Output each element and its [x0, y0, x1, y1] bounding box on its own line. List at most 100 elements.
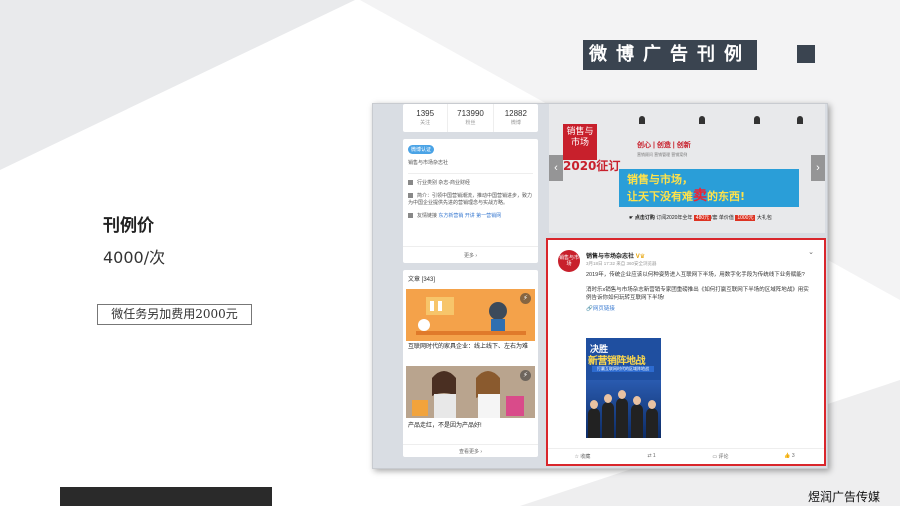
- link-icon: 🔗: [586, 306, 593, 312]
- stat-label: 微博: [510, 120, 521, 126]
- price-value: 4000/次: [103, 248, 166, 267]
- stat-number: 12882: [504, 109, 527, 118]
- stat-number: 1395: [416, 109, 435, 118]
- banner-carousel[interactable]: 销售与市场 2020征订 创心 | 创造 | 创新 营销顾问 营销管理 营销案例…: [549, 104, 825, 233]
- decorative-square: [797, 45, 815, 63]
- comment-button[interactable]: ▭ 评论: [686, 453, 755, 460]
- article-title[interactable]: 产品走红，不是因为产品好!: [408, 422, 534, 430]
- flash-icon: ⚡: [520, 293, 531, 304]
- right-column: 销售与市场 2020征订 创心 | 创造 | 创新 营销顾问 营销管理 营销案例…: [546, 104, 826, 468]
- articles-card: 文章 [343] ⚡ 互联网时代的家具企业：线上线下、左右为难 ⚡ 产品走红，不…: [403, 270, 538, 457]
- briefcase-icon: [408, 180, 413, 186]
- order-text: 订阅2020年全年: [656, 215, 693, 221]
- flash-icon: ⚡: [520, 370, 531, 381]
- stat-fans[interactable]: 713990 粉丝: [448, 104, 494, 132]
- star-icon: ☆: [574, 454, 580, 460]
- banner-order-strip: ☛ 点击订购 订阅2020年全年 480元/套 单价值 1000元 大礼包: [629, 214, 809, 224]
- crown-icon: ♛: [639, 254, 646, 260]
- friend-links[interactable]: 东方新营销 开讲 第一营销网: [438, 213, 501, 219]
- bottom-bar: [60, 487, 272, 506]
- magazine-logo: 销售与市场: [563, 124, 597, 160]
- slogan-part: 销售与市场，: [627, 173, 693, 186]
- repost-button[interactable]: ⇄ 1: [617, 453, 686, 460]
- banner-tagline: 创心 | 创造 | 创新: [637, 142, 691, 149]
- weibo-post-card: 销售与市场 销售与市场杂志社 V♛ 3月18日 17:32 来自 360安全浏览…: [546, 238, 826, 466]
- articles-header: 文章 [343]: [408, 277, 436, 283]
- comment-icon: ▭: [712, 454, 718, 460]
- carousel-next-button[interactable]: ›: [811, 155, 825, 181]
- poster-line: 新营销阵地战: [588, 356, 646, 367]
- gift-price-tag: 1000元: [735, 215, 756, 221]
- weibo-screenshot: 1395 关注 713990 粉丝 12882 微博 微博认证 销售与市场杂志社…: [372, 103, 828, 469]
- price-heading: 刊例价: [103, 216, 154, 236]
- intro-text: 简介：引领中国营销潮流，推动中国营销进步，致力为中国企业提供先进的营销理念与实战…: [408, 193, 533, 206]
- poster-line: 打赢互联网时代的区域阵地战: [592, 366, 654, 372]
- slide-title: 微博广告刊例: [583, 40, 757, 70]
- subscription-year: 2020征订: [563, 159, 621, 173]
- stat-label: 粉丝: [465, 120, 476, 126]
- hand-pointer-icon: ☛: [629, 215, 634, 221]
- profile-info-card: 微博认证 销售与市场杂志社 行业类别 杂志-商业财经 简介：引领中国营销潮流，推…: [403, 139, 538, 263]
- slogan-part: 让天下没有难: [627, 190, 693, 203]
- favorite-label: 收藏: [580, 454, 591, 460]
- post-image[interactable]: 决胜 新营销阵地战 打赢互联网时代的区域阵地战: [586, 338, 661, 438]
- industry-text: 行业类别 杂志-商业财经: [417, 180, 471, 186]
- info-icon: [408, 193, 413, 199]
- industry-line: 行业类别 杂志-商业财经: [408, 180, 533, 187]
- banner-slogan: 销售与市场， 让天下没有难卖的东西!: [619, 169, 799, 207]
- info-more-link[interactable]: 更多 ›: [403, 246, 538, 259]
- stat-number: 713990: [457, 109, 484, 118]
- slogan-highlight: 卖: [693, 188, 707, 204]
- friend-links-line: 友情链接 东方新营销 开讲 第一营销网: [408, 213, 533, 220]
- post-author[interactable]: 销售与市场杂志社 V♛: [586, 251, 645, 260]
- web-link[interactable]: 网页链接: [593, 306, 615, 312]
- slogan-part: 的东西!: [707, 190, 746, 203]
- intro-line: 简介：引领中国营销潮流，推动中国营销进步，致力为中国企业提供先进的营销理念与实战…: [408, 193, 533, 207]
- lamp-icon: [639, 116, 645, 124]
- extra-fee-note: 微任务另加费用2000元: [97, 304, 252, 325]
- chevron-down-icon[interactable]: ⌄: [808, 248, 814, 256]
- left-column: 1395 关注 713990 粉丝 12882 微博 微博认证 销售与市场杂志社…: [403, 104, 538, 468]
- gift-text: 单价值: [718, 215, 734, 221]
- brand-name: 煜润广告传媒: [808, 490, 881, 504]
- price-tag: 480元: [693, 215, 712, 221]
- person-figure: [602, 394, 614, 438]
- shopping-women-icon: [412, 371, 524, 418]
- thumbs-up-icon: 👍: [784, 453, 791, 459]
- lamp-icon: [699, 116, 705, 124]
- order-button[interactable]: 点击订购: [635, 215, 655, 221]
- friend-links-label: 友情链接: [417, 213, 438, 219]
- lamp-icon: [754, 116, 760, 124]
- articles-more-link[interactable]: 查看更多 ›: [403, 444, 538, 455]
- stat-label: 关注: [420, 120, 431, 126]
- person-figure: [631, 396, 643, 438]
- repost-icon: ⇄: [647, 453, 652, 459]
- banner-subtagline: 营销顾问 营销管理 营销案例: [637, 152, 688, 157]
- carousel-prev-button[interactable]: ‹: [549, 155, 563, 181]
- avatar[interactable]: 销售与市场: [558, 250, 580, 272]
- stat-posts[interactable]: 12882 微博: [494, 104, 538, 132]
- lamp-icon: [797, 116, 803, 124]
- like-count: 3: [791, 453, 795, 459]
- article-thumbnail[interactable]: ⚡: [406, 366, 535, 418]
- verify-name: 销售与市场杂志社: [408, 160, 449, 166]
- post-meta: 3月18日 17:32 来自 360安全浏览器: [586, 261, 657, 266]
- person-figure: [616, 390, 628, 438]
- comment-label: 评论: [718, 454, 729, 460]
- post-body: 2019年，传统企业应该以何种姿势进入互联网下半场，用数字化手段为传统线下业务赋…: [586, 271, 814, 320]
- article-title[interactable]: 互联网时代的家具企业：线上线下、左右为难: [408, 343, 534, 351]
- like-button[interactable]: 👍 3: [755, 453, 824, 460]
- author-name: 销售与市场杂志社: [586, 254, 635, 260]
- repost-count: 1: [652, 453, 656, 459]
- stat-following[interactable]: 1395 关注: [403, 104, 449, 132]
- post-paragraph: 消时乐x销售与市场杂志新营销专家团重磅推出《如何打赢互联网下半场的区域阵地战》用…: [586, 287, 809, 301]
- stats-card: 1395 关注 713990 粉丝 12882 微博: [403, 104, 538, 132]
- article-thumbnail[interactable]: ⚡: [406, 289, 535, 341]
- post-actions: ☆ 收藏 ⇄ 1 ▭ 评论 👍 3: [548, 448, 824, 460]
- order-unit: /套: [711, 215, 718, 221]
- favorite-button[interactable]: ☆ 收藏: [548, 453, 617, 460]
- gift-suffix: 大礼包: [756, 215, 772, 221]
- person-figure: [588, 400, 600, 438]
- people-group: [586, 380, 661, 438]
- verify-badge[interactable]: 微博认证: [408, 145, 435, 154]
